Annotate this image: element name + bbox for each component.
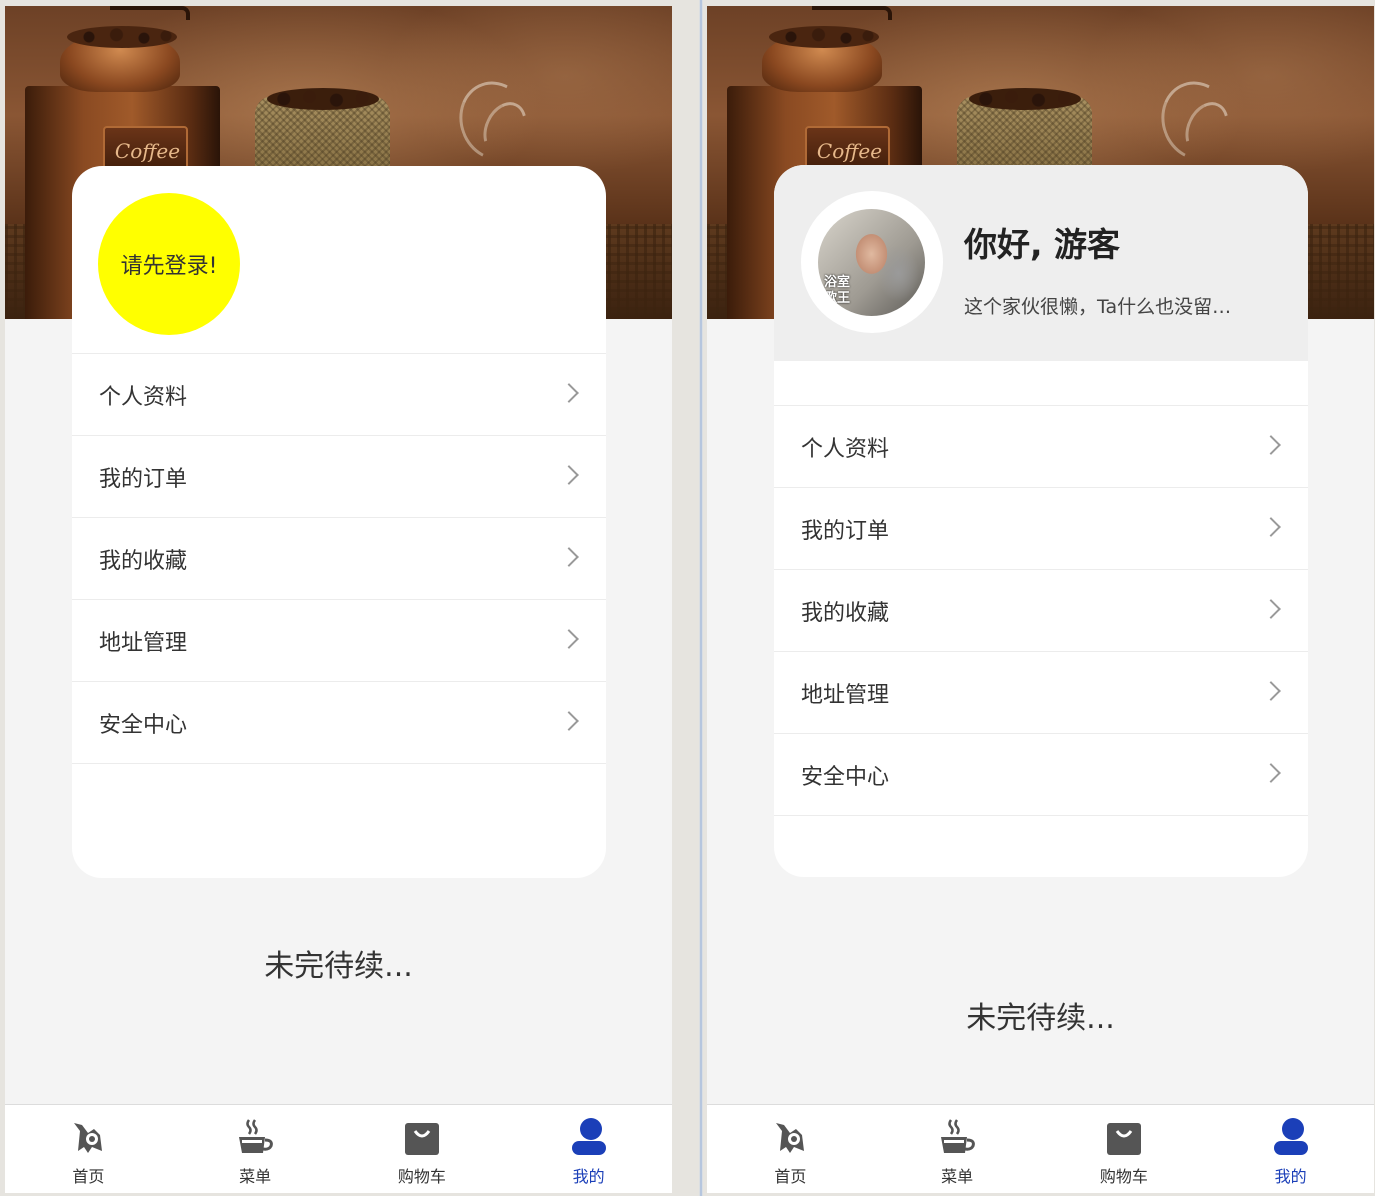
menu-item-favorites[interactable]: 我的收藏 [72, 518, 606, 600]
menu-item-orders[interactable]: 我的订单 [72, 436, 606, 518]
profile-menu: 个人资料 我的订单 我的收藏 地址管理 安全中心 [774, 405, 1308, 816]
profile-card-header: 请先登录! [72, 166, 606, 353]
menu-item-label: 地址管理 [99, 630, 188, 656]
menu-item-favorites[interactable]: 我的收藏 [774, 570, 1308, 652]
window-divider [698, 0, 704, 1196]
home-icon [776, 1123, 805, 1153]
tab-mine[interactable]: 我的 [1207, 1105, 1374, 1193]
menu-item-profile[interactable]: 个人资料 [72, 354, 606, 436]
to-be-continued-text: 未完待续... [966, 1001, 1115, 1036]
menu-item-label: 地址管理 [801, 682, 890, 708]
menu-item-addresses[interactable]: 地址管理 [774, 652, 1308, 734]
tab-menu[interactable]: 菜单 [172, 1105, 339, 1193]
tab-menu[interactable]: 菜单 [874, 1105, 1041, 1193]
tab-home[interactable]: 首页 [707, 1105, 874, 1193]
profile-screen-guest: Coffee 浴室 歌王 你好, 游客 这个家伙很懒，Ta什么也没留… 个人资料… [707, 6, 1374, 1193]
chevron-right-icon [1261, 681, 1281, 701]
menu-item-label: 我的收藏 [99, 548, 188, 574]
chevron-right-icon [559, 629, 579, 649]
profile-menu: 个人资料 我的订单 我的收藏 地址管理 安全中心 [72, 353, 606, 764]
chevron-right-icon [1261, 763, 1281, 783]
greeting-title: 你好, 游客 [964, 225, 1121, 264]
tab-label: 我的 [1274, 1167, 1307, 1186]
chevron-right-icon [559, 547, 579, 567]
tab-label: 首页 [72, 1167, 105, 1186]
tab-cart[interactable]: 购物车 [339, 1105, 506, 1193]
shopping-bag-icon [404, 1123, 439, 1155]
menu-item-addresses[interactable]: 地址管理 [72, 600, 606, 682]
avatar-image: 浴室 歌王 [818, 209, 925, 316]
menu-item-security[interactable]: 安全中心 [774, 734, 1308, 816]
bottom-tab-bar: 首页 菜单 购物车 我的 [5, 1104, 672, 1193]
home-icon [74, 1123, 103, 1153]
menu-item-label: 个人资料 [801, 436, 890, 462]
coffee-cup-icon [941, 1119, 975, 1153]
coffee-logo: Coffee [114, 139, 181, 163]
menu-item-label: 我的收藏 [801, 600, 890, 626]
chevron-right-icon [1261, 599, 1281, 619]
menu-item-label: 我的订单 [801, 518, 890, 544]
chevron-right-icon [559, 711, 579, 731]
chevron-right-icon [559, 383, 579, 403]
login-button[interactable]: 请先登录! [98, 193, 240, 335]
tab-mine[interactable]: 我的 [505, 1105, 672, 1193]
user-icon [1273, 1118, 1308, 1155]
coffee-logo: Coffee [816, 139, 883, 163]
tab-label: 购物车 [1099, 1167, 1148, 1186]
menu-item-profile[interactable]: 个人资料 [774, 406, 1308, 488]
tab-label: 购物车 [397, 1167, 446, 1186]
menu-item-label: 个人资料 [99, 384, 188, 410]
tab-label: 我的 [572, 1167, 605, 1186]
user-icon [571, 1118, 606, 1155]
tab-home[interactable]: 首页 [5, 1105, 172, 1193]
menu-item-label: 安全中心 [99, 712, 188, 738]
coffee-cup-icon [239, 1119, 273, 1153]
profile-card-header: 浴室 歌王 你好, 游客 这个家伙很懒，Ta什么也没留… [774, 165, 1308, 361]
chevron-right-icon [1261, 435, 1281, 455]
tab-label: 首页 [774, 1167, 807, 1186]
profile-screen-logged-out: Coffee 请先登录! 个人资料 我的订单 我的收藏 地址管理 安全中心 未完… [5, 6, 672, 1193]
user-signature: 这个家伙很懒，Ta什么也没留… [964, 296, 1232, 318]
bottom-tab-bar: 首页 菜单 购物车 我的 [707, 1104, 1374, 1193]
profile-card: 浴室 歌王 你好, 游客 这个家伙很懒，Ta什么也没留… 个人资料 我的订单 我… [774, 165, 1308, 877]
tab-label: 菜单 [239, 1167, 272, 1186]
chevron-right-icon [1261, 517, 1281, 537]
to-be-continued-text: 未完待续... [264, 949, 413, 984]
tab-cart[interactable]: 购物车 [1041, 1105, 1208, 1193]
shopping-bag-icon [1106, 1123, 1141, 1155]
menu-item-label: 我的订单 [99, 466, 188, 492]
menu-item-security[interactable]: 安全中心 [72, 682, 606, 764]
profile-card: 请先登录! 个人资料 我的订单 我的收藏 地址管理 安全中心 [72, 166, 606, 878]
avatar-caption: 浴室 歌王 [824, 275, 851, 306]
menu-item-orders[interactable]: 我的订单 [774, 488, 1308, 570]
menu-item-label: 安全中心 [801, 764, 890, 790]
avatar[interactable]: 浴室 歌王 [801, 191, 943, 333]
tab-label: 菜单 [941, 1167, 974, 1186]
chevron-right-icon [559, 465, 579, 485]
